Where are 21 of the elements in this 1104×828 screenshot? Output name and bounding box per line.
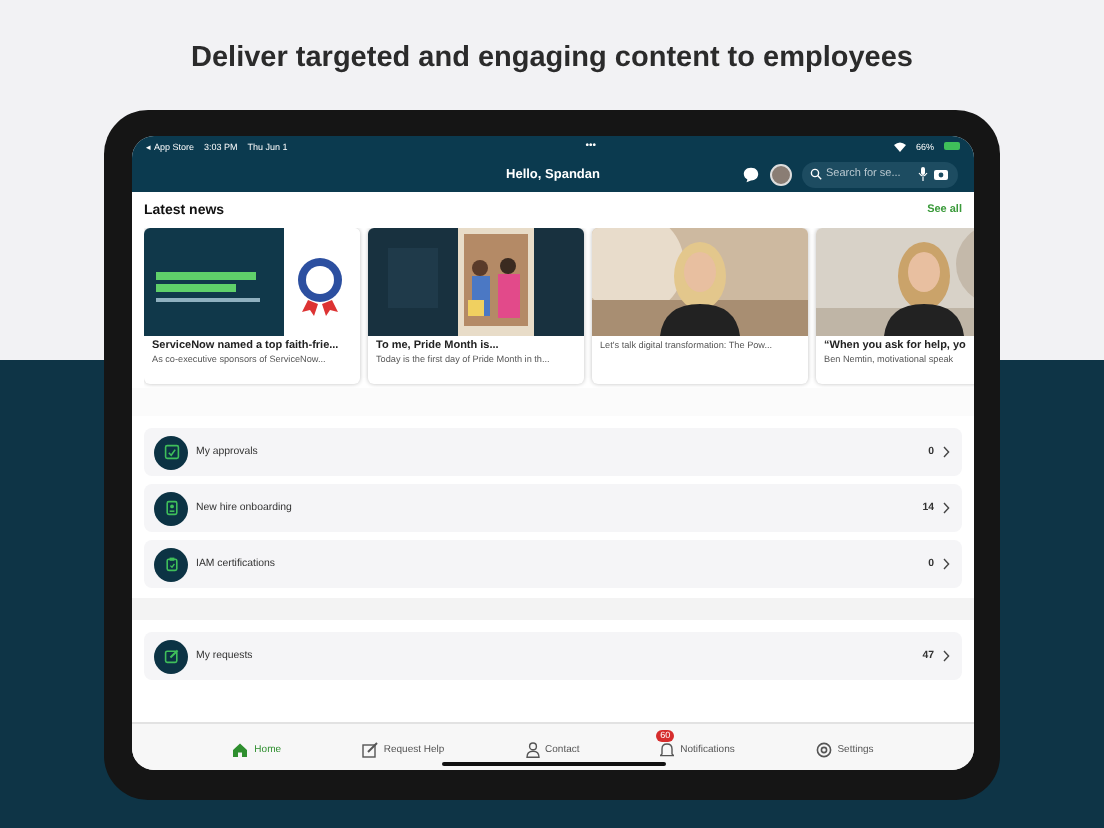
- wifi-icon: [893, 141, 906, 151]
- chevron-right-icon: [942, 502, 950, 514]
- avatar[interactable]: [770, 163, 792, 185]
- search-icon: [810, 168, 822, 180]
- settings-icon: [815, 742, 832, 758]
- battery-icon: [944, 142, 960, 150]
- id-card-icon: [163, 500, 179, 516]
- check-square-icon: [163, 444, 179, 460]
- edit-icon: [163, 648, 179, 664]
- chevron-right-icon: [942, 650, 950, 662]
- chat-icon[interactable]: [742, 165, 760, 183]
- bell-icon: [660, 742, 675, 758]
- edit-icon: [361, 742, 378, 758]
- person-icon: [525, 742, 540, 758]
- headline: Deliver targeted and engaging content to employees: [189, 40, 915, 68]
- camera-icon[interactable]: [934, 168, 948, 180]
- chevron-right-icon: [942, 558, 950, 570]
- home-icon: [232, 742, 249, 758]
- microphone-icon[interactable]: [918, 167, 928, 181]
- clipboard-icon: [163, 556, 179, 572]
- chevron-right-icon: [942, 446, 950, 458]
